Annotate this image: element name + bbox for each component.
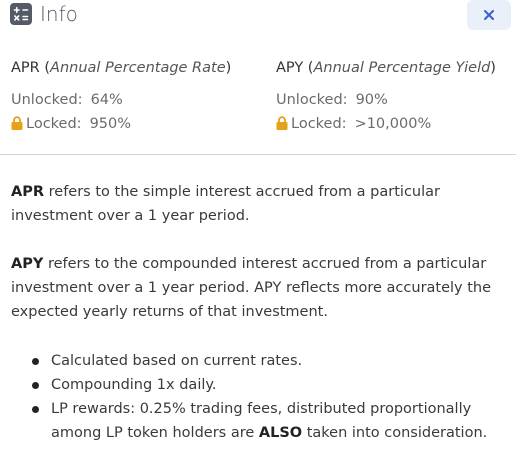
apr-heading: APR (Annual Percentage Rate): [11, 58, 231, 78]
note-emphasis: ALSO: [258, 425, 303, 441]
list-item: Calculated based on current rates.: [11, 349, 509, 373]
lock-icon: [11, 116, 23, 136]
apy-heading: APY (Annual Percentage Yield): [276, 58, 496, 78]
apr-label: APR: [11, 60, 40, 76]
apr-paren-open: (: [39, 60, 51, 76]
close-icon: [484, 10, 494, 20]
apy-term: APY: [11, 256, 44, 272]
apr-subtitle: Annual Percentage Rate: [50, 60, 226, 76]
apy-paren-open: (: [303, 60, 314, 76]
apr-unlocked-row: Unlocked: 64%: [11, 90, 231, 110]
apy-subtitle: Annual Percentage Yield: [313, 60, 491, 76]
apr-locked-label: Locked:: [26, 116, 82, 132]
apy-unlocked-value: 90%: [355, 92, 388, 108]
close-button[interactable]: [467, 0, 511, 30]
info-header: Info: [0, 0, 516, 30]
apy-locked-label: Locked:: [291, 116, 347, 132]
lock-icon: [276, 116, 288, 136]
apy-label: APY: [276, 60, 304, 76]
apy-locked-row: Locked: >10,000%: [276, 114, 496, 136]
note-calculated: Calculated based on current rates.: [51, 353, 303, 369]
apr-column: APR (Annual Percentage Rate) Unlocked: 64…: [11, 58, 231, 136]
dialog-title: Info: [40, 2, 78, 26]
apy-description-text: refers to the compounded interest accrue…: [11, 256, 492, 320]
apy-unlocked-label: Unlocked:: [276, 92, 348, 108]
section-divider: [0, 154, 516, 155]
apr-description-text: refers to the simple interest accrued fr…: [11, 184, 440, 224]
list-item: LP rewards: 0.25% trading fees, distribu…: [11, 397, 509, 445]
apr-description: APR refers to the simple interest accrue…: [11, 180, 509, 228]
apy-description: APY refers to the compounded interest ac…: [11, 252, 509, 324]
notes-list: Calculated based on current rates. Compo…: [11, 349, 509, 445]
apy-locked-value: >10,000%: [354, 116, 432, 132]
apy-column: APY (Annual Percentage Yield) Unlocked: 9…: [276, 58, 496, 136]
note-compounding: Compounding 1x daily.: [51, 377, 217, 393]
description: APR refers to the simple interest accrue…: [11, 180, 509, 324]
apr-paren-close: ): [225, 60, 232, 76]
apr-locked-value: 950%: [89, 116, 132, 132]
apy-paren-close: ): [490, 60, 496, 76]
apr-locked-row: Locked: 950%: [11, 114, 231, 136]
apy-unlocked-row: Unlocked: 90%: [276, 90, 496, 110]
note-lp-rewards-end: taken into consideration.: [302, 425, 488, 441]
apr-unlocked-label: Unlocked:: [11, 92, 83, 108]
list-item: Compounding 1x daily.: [11, 373, 509, 397]
apr-unlocked-value: 64%: [90, 92, 123, 108]
calculator-icon: [10, 3, 32, 25]
apr-term: APR: [11, 184, 45, 200]
rates-section: APR (Annual Percentage Rate) Unlocked: 64…: [0, 58, 516, 138]
